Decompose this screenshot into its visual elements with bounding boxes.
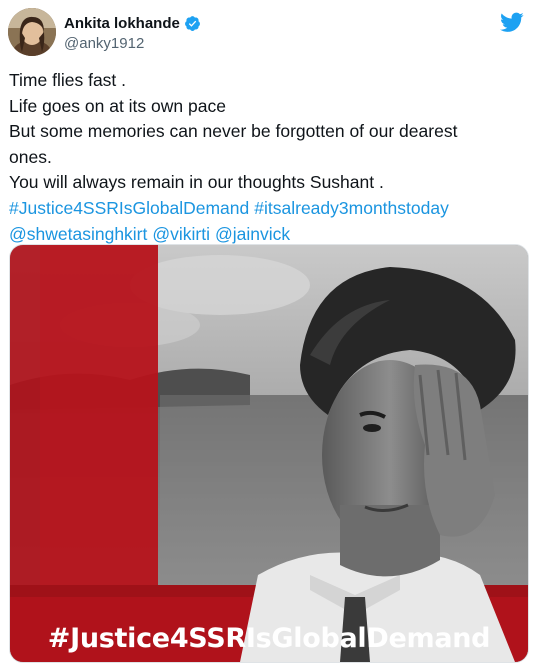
avatar[interactable] <box>8 8 56 56</box>
media-artwork <box>10 245 528 662</box>
media-banner-text: #Justice4SSRIsGlobalDemand <box>47 623 491 654</box>
tweet-text-line: You will always remain in our thoughts S… <box>9 172 384 193</box>
tweet-text-line: ones. <box>9 146 52 167</box>
twitter-bird-icon[interactable] <box>500 10 524 34</box>
tweet-text-line: But some memories can never be forgotten… <box>9 121 458 142</box>
display-name[interactable]: Ankita lokhande <box>64 15 180 32</box>
name-row: Ankita lokhande <box>64 15 201 32</box>
mention-link[interactable]: @jainvick <box>215 224 290 244</box>
tweet-text-line: Life goes on at its own pace <box>9 95 226 116</box>
hashtag-link[interactable]: #Justice4SSRIsGlobalDemand <box>9 198 249 218</box>
tweet-header: Ankita lokhande @anky1912 <box>8 8 528 58</box>
mention-link[interactable]: @shwetasinghkirt <box>9 224 147 244</box>
avatar-photo <box>8 8 56 56</box>
hashtag-line: #Justice4SSRIsGlobalDemand #itsalready3mo… <box>9 196 524 222</box>
tweet-text: Time flies fast . Life goes on at its ow… <box>9 68 524 247</box>
tweet-media-image[interactable]: #Justice4SSRIsGlobalDemand <box>9 244 529 663</box>
tweet-card: Ankita lokhande @anky1912 Time flies fas… <box>0 0 537 663</box>
mention-link[interactable]: @vikirti <box>152 224 210 244</box>
tweet-text-line: Time flies fast . <box>9 70 127 90</box>
verified-badge-icon <box>184 16 200 31</box>
user-handle[interactable]: @anky1912 <box>64 35 144 52</box>
hashtag-link[interactable]: #itsalready3monthstoday <box>254 198 449 218</box>
